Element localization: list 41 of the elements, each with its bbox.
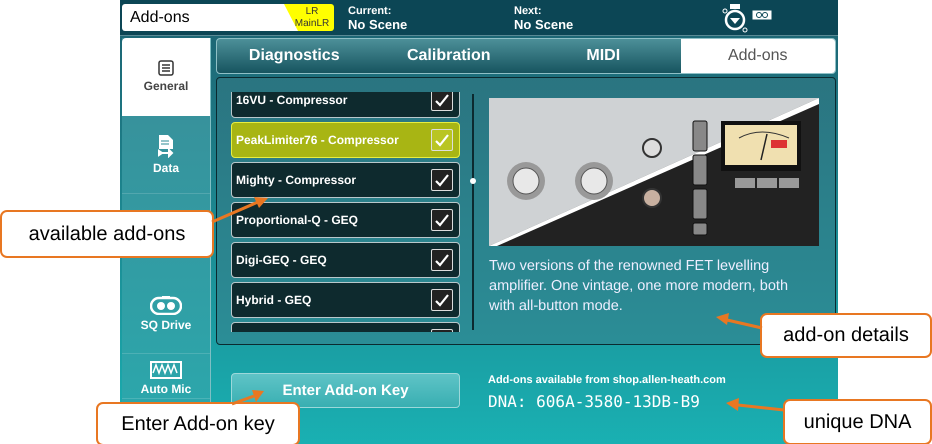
addon-description: Two versions of the renowned FET levelling amplifier. One vintage, one more modern, both with all-button mode. (489, 257, 790, 316)
callout-label: available add-ons (0, 210, 214, 258)
callout-arrow (726, 398, 784, 412)
screen-title: Add-ons (130, 8, 190, 26)
checkbox[interactable] (431, 169, 453, 191)
tab[interactable]: Calibration (372, 39, 526, 73)
callout-label: add-on details (760, 313, 932, 358)
scroll-track[interactable] (472, 94, 474, 330)
sidebar-item[interactable]: Data (122, 116, 210, 194)
sidebar-item[interactable]: SQ Drive (122, 274, 210, 354)
sidebar-item[interactable]: Auto Mic (122, 354, 210, 399)
checkbox[interactable] (431, 209, 453, 231)
checkbox[interactable] (431, 289, 453, 311)
next-label: Next: (514, 4, 543, 18)
waveform-icon (150, 361, 182, 379)
callout-label: Enter Add-on key (96, 402, 300, 444)
checkbox[interactable] (431, 129, 453, 151)
addon-row[interactable]: Mighty - Compressor (231, 162, 460, 198)
shop-note: Add-ons available from shop.allen-heath.com (488, 374, 726, 386)
tab[interactable]: Add-ons (680, 39, 835, 73)
addon-row[interactable]: Hybrid - GEQ (231, 282, 460, 318)
addon-row[interactable]: Proportional-Q - GEQ (231, 202, 460, 238)
current-label: Current: (348, 4, 392, 18)
connector-icon (752, 10, 772, 20)
callout-label: unique DNA (783, 399, 932, 444)
callout-arrow (231, 390, 264, 406)
list-icon (158, 60, 174, 76)
tab[interactable]: Diagnostics (217, 39, 372, 73)
stopwatch-icon[interactable] (722, 2, 748, 32)
current-scene: No Scene (348, 18, 408, 32)
next-scene: No Scene (514, 18, 574, 32)
checkbox[interactable] (431, 249, 453, 271)
addon-row[interactable]: Digi-GEQ - GEQ (231, 242, 460, 278)
tab[interactable]: MIDI (526, 39, 680, 73)
addon-row[interactable]: 16VU - Compressor (231, 92, 460, 118)
drive-icon (150, 295, 182, 315)
document-usb-icon (157, 134, 175, 158)
callout-arrow (716, 313, 762, 330)
checkbox[interactable] (431, 92, 453, 111)
dna-code: DNA: 606A-3580-13DB-B9 (488, 392, 701, 411)
sidebar-item[interactable]: General (122, 38, 210, 116)
